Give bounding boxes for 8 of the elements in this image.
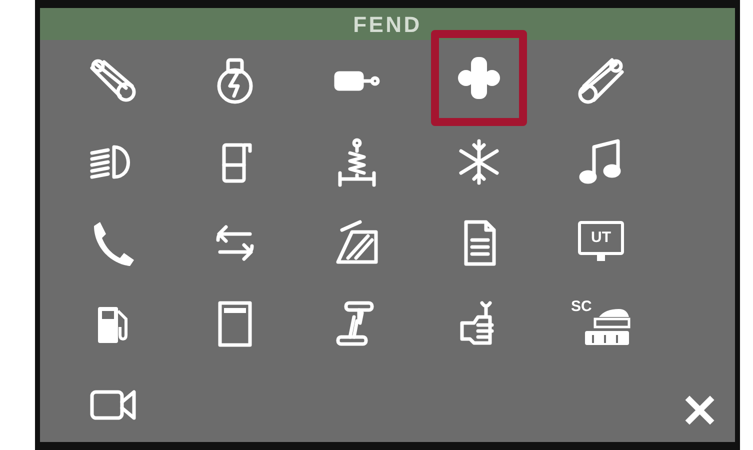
close-button[interactable]: ✕ [675, 386, 725, 436]
lever-icon [576, 56, 626, 106]
menu-tile[interactable]: SC [561, 288, 641, 360]
header-title: FEND [353, 10, 422, 38]
menu-tile[interactable] [431, 30, 527, 126]
menu-tile[interactable]: UT [561, 206, 641, 278]
section-control-label: SC [571, 298, 592, 314]
terminal-label: UT [591, 230, 611, 245]
